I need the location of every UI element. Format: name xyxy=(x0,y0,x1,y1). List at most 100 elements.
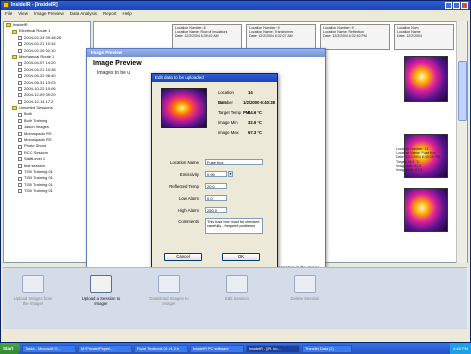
comments-row: Comments This fuse box must be checked c… xyxy=(157,218,275,234)
card-date: Date: 12/2/2004 xyxy=(397,34,422,39)
menu-bar: File View Image Preview Data Analysis Re… xyxy=(1,10,470,18)
download-images-button[interactable]: Download Images to Imager xyxy=(149,275,189,323)
low-alarm-label: Low Alarm xyxy=(178,195,199,201)
close-button[interactable] xyxy=(461,2,468,9)
taskbar-item[interactable]: Fluke Textbook 01 v1.0.b xyxy=(134,344,188,353)
session-icon xyxy=(18,138,22,143)
session-icon xyxy=(18,144,22,149)
thermal-image-preview xyxy=(161,88,207,128)
preview-title-bar: Image Preview xyxy=(87,49,325,57)
scrollbar-thumb[interactable] xyxy=(458,61,467,121)
image-card-9b[interactable]: Location Number: 9 Location Name: Reflec… xyxy=(320,24,390,50)
session-icon xyxy=(18,35,22,40)
menu-image-preview[interactable]: Image Preview xyxy=(34,10,64,18)
image-card-10[interactable]: Location Num Location Name Date: 12/2/20… xyxy=(394,24,454,50)
edit-form: Location Name Emissivity ▾ Reflected Tem… xyxy=(157,156,275,234)
start-button[interactable]: Start xyxy=(0,343,20,354)
app-icon xyxy=(3,2,9,8)
thermal-thumbnail[interactable] xyxy=(404,56,448,102)
upload-session-to-imager-button[interactable]: Upload a Session to Imager xyxy=(81,275,121,323)
menu-file[interactable]: File xyxy=(5,10,12,18)
session-icon xyxy=(18,189,22,194)
session-icon xyxy=(18,80,22,85)
menu-view[interactable]: View xyxy=(18,10,28,18)
session-icon xyxy=(18,61,22,66)
info-date: Date 1/2/2000 6:40:28 PM xyxy=(218,100,275,115)
session-tree[interactable]: InsideIR Electrical Route 1 2004-02-24 09:… xyxy=(3,21,91,263)
camera-icon xyxy=(22,275,44,293)
image-card-14[interactable]: Location Number: 14 Location Name: Fuse … xyxy=(394,118,454,172)
edit-session-button[interactable]: Edit Session xyxy=(217,275,257,323)
taskbar-item[interactable]: InsideIR PC software xyxy=(190,344,244,353)
grid-scrollbar[interactable] xyxy=(456,21,467,263)
info-image-max: Image Max 67.3 °C xyxy=(218,130,263,135)
reflected-temp-input[interactable] xyxy=(205,183,227,189)
info-image-min: Image Min 32.5 °C xyxy=(218,120,263,125)
session-icon xyxy=(18,99,22,104)
preview-heading: Image Preview xyxy=(93,60,142,67)
high-alarm-input[interactable] xyxy=(205,207,227,213)
window-title: InsideIR - [InsideIR] xyxy=(11,2,58,8)
edit-upload-dialog: Edit data to be uploaded Location Number… xyxy=(151,73,278,271)
delete-icon xyxy=(294,275,316,293)
emissivity-input[interactable] xyxy=(205,171,227,177)
folder-icon xyxy=(12,29,17,34)
folder-icon xyxy=(6,23,11,28)
dialog-buttons: Cancel OK xyxy=(164,253,260,261)
thermal-thumbnail[interactable] xyxy=(404,188,448,232)
low-alarm-input[interactable] xyxy=(205,195,227,201)
session-icon xyxy=(18,131,22,136)
card-date: Date: 12/2/2004 6:32:40 PM xyxy=(323,34,367,39)
session-icon xyxy=(18,74,22,79)
session-icon xyxy=(18,163,22,168)
image-info: Location Number 14 Date 1/2/2000 6:40:28… xyxy=(218,88,276,138)
image-card-9[interactable]: Location Number: 9 Location Name: Transf… xyxy=(246,24,316,50)
session-icon xyxy=(18,157,22,162)
tree-item[interactable]: TI30 Training 01 xyxy=(4,188,90,194)
session-icon xyxy=(18,112,22,117)
taskbar-item[interactable]: Transfer Data (2) xyxy=(302,344,352,353)
emissivity-spinner[interactable]: ▾ xyxy=(228,171,233,177)
location-name-row: Location Name xyxy=(157,156,275,168)
taskbar-item[interactable]: Tasks - Microsoft O... xyxy=(22,344,76,353)
info-target-temp: Target Temp 44.6 °C xyxy=(218,110,263,115)
maximize-button[interactable] xyxy=(453,2,460,9)
taskbar-item[interactable]: M:\Private\Paper\... xyxy=(78,344,132,353)
low-alarm-row: Low Alarm xyxy=(157,192,275,204)
download-icon xyxy=(158,275,180,293)
edit-icon xyxy=(226,275,248,293)
action-panel: Upload Images from the Imager Upload a S… xyxy=(3,267,467,329)
comments-label: Comments xyxy=(178,219,199,224)
comments-textarea[interactable]: This fuse box must be checked carefully … xyxy=(205,218,263,234)
delete-session-button[interactable]: Delete Session xyxy=(285,275,325,323)
main-window: InsideIR - [InsideIR] File View Image Pr… xyxy=(0,0,471,343)
reflected-temp-label: Reflected Temp xyxy=(169,183,199,189)
cancel-button[interactable]: Cancel xyxy=(164,253,202,261)
high-alarm-label: High Alarm xyxy=(177,207,199,213)
folder-icon xyxy=(12,106,17,111)
location-name-input[interactable] xyxy=(205,159,263,165)
dialog-title: Edit data to be uploaded xyxy=(152,74,277,82)
session-icon xyxy=(18,42,22,47)
session-icon xyxy=(18,48,22,53)
menu-report[interactable]: Report xyxy=(103,10,117,18)
session-icon xyxy=(18,119,22,124)
session-icon xyxy=(18,182,22,187)
menu-help[interactable]: Help xyxy=(123,10,132,18)
image-card-6[interactable]: Location Number: 6 Location Name: Row of… xyxy=(172,24,242,50)
upload-icon xyxy=(90,275,112,293)
folder-icon xyxy=(12,55,17,60)
taskbar-item-active[interactable]: InsideIR - [IR. bo... xyxy=(246,344,300,353)
session-icon xyxy=(18,176,22,181)
ok-button[interactable]: OK xyxy=(222,253,260,261)
tree-label: TI30 Training 01 xyxy=(24,188,53,194)
menu-data-analysis[interactable]: Data Analysis xyxy=(70,10,97,18)
system-clock: 4:48 PM xyxy=(450,343,471,354)
session-icon xyxy=(18,125,22,130)
minimize-button[interactable] xyxy=(445,2,452,9)
upload-images-from-imager-button[interactable]: Upload Images from the Imager xyxy=(13,275,53,323)
card-date: Date: 12/2/2004 6:39:42 AM xyxy=(175,34,219,39)
session-icon xyxy=(18,170,22,175)
session-icon xyxy=(18,67,22,72)
session-icon xyxy=(18,151,22,155)
